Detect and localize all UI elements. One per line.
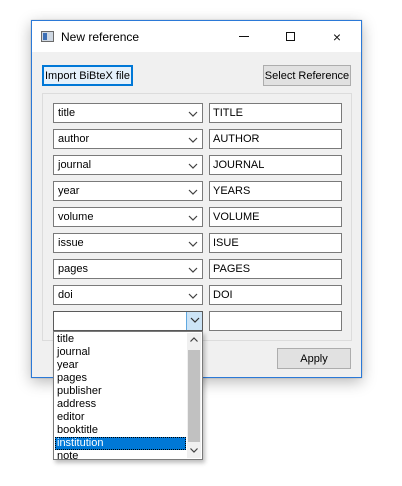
field-value-input[interactable]: AUTHOR <box>209 129 342 149</box>
dropdown-toggle-button[interactable] <box>186 312 202 330</box>
dropdown-option[interactable]: year <box>55 359 186 372</box>
dropdown-scrollbar[interactable] <box>187 333 201 458</box>
chevron-down-icon[interactable] <box>188 265 198 273</box>
field-dropdown-list[interactable]: title journal year pages publisher address edi… <box>53 331 203 463</box>
dropdown-option[interactable]: booktitle <box>55 424 186 437</box>
close-button[interactable]: × <box>313 21 361 52</box>
maximize-button[interactable] <box>267 21 313 52</box>
app-icon <box>41 31 54 42</box>
chevron-down-icon[interactable] <box>188 161 198 169</box>
apply-button[interactable]: Apply <box>277 348 351 369</box>
dropdown-option[interactable]: pages <box>55 372 186 385</box>
field-value-input[interactable]: TITLE <box>209 103 342 123</box>
dropdown-option[interactable]: note <box>55 450 186 463</box>
chevron-down-icon[interactable] <box>188 291 198 299</box>
chevron-down-icon <box>190 448 198 453</box>
combo-selected-value: author <box>58 133 90 145</box>
field-name-combo[interactable]: title <box>53 103 203 123</box>
field-name-combo[interactable]: author <box>53 129 203 149</box>
field-value-text: JOURNAL <box>213 159 265 171</box>
field-value-input[interactable]: VOLUME <box>209 207 342 227</box>
field-value-text: DOI <box>213 289 233 301</box>
chevron-down-icon[interactable] <box>188 239 198 247</box>
chevron-down-icon[interactable] <box>188 213 198 221</box>
new-reference-window: New reference × Import BiBteX file Selec… <box>31 20 362 378</box>
import-bibtex-button[interactable]: Import BiBteX file <box>42 65 133 86</box>
field-value-text: YEARS <box>213 185 251 197</box>
field-value-input[interactable]: YEARS <box>209 181 342 201</box>
combo-selected-value: doi <box>58 289 73 301</box>
field-value-text: ISUE <box>213 237 239 249</box>
field-value-text: VOLUME <box>213 211 260 223</box>
chevron-down-icon[interactable] <box>188 109 198 117</box>
chevron-up-icon <box>190 337 198 342</box>
select-reference-button[interactable]: Select Reference <box>263 65 351 86</box>
field-value-text: AUTHOR <box>213 133 260 145</box>
field-name-combo[interactable]: volume <box>53 207 203 227</box>
chevron-down-icon <box>190 317 200 323</box>
dropdown-option[interactable]: journal <box>55 346 186 359</box>
dropdown-option[interactable]: editor <box>55 411 186 424</box>
field-value-input[interactable]: ISUE <box>209 233 342 253</box>
field-value-input[interactable]: JOURNAL <box>209 155 342 175</box>
combo-selected-value: year <box>58 185 80 197</box>
field-name-combo[interactable]: issue <box>53 233 203 253</box>
dropdown-option[interactable]: publisher <box>55 385 186 398</box>
scroll-thumb[interactable] <box>188 350 200 442</box>
field-name-combo[interactable]: year <box>53 181 203 201</box>
chevron-down-icon[interactable] <box>188 135 198 143</box>
field-value-text: TITLE <box>213 107 243 119</box>
window-title: New reference <box>61 30 140 44</box>
field-name-combo[interactable]: doi <box>53 285 203 305</box>
field-value-text: PAGES <box>213 263 251 275</box>
dropdown-option[interactable]: institution <box>55 437 186 450</box>
maximize-icon <box>285 32 295 41</box>
scroll-down-arrow[interactable] <box>187 444 201 458</box>
combo-selected-value: journal <box>58 159 92 171</box>
combo-selected-value: issue <box>58 237 84 249</box>
scroll-up-arrow[interactable] <box>187 333 201 347</box>
combo-selected-value: pages <box>58 263 88 275</box>
title-bar[interactable]: New reference × <box>32 21 361 52</box>
combo-selected-value: volume <box>58 211 94 223</box>
minimize-icon <box>239 36 249 37</box>
chevron-down-icon[interactable] <box>188 187 198 195</box>
field-name-combo[interactable]: pages <box>53 259 203 279</box>
field-name-combo[interactable] <box>53 311 203 331</box>
combo-selected-value: title <box>58 107 76 119</box>
field-name-combo[interactable]: journal <box>53 155 203 175</box>
minimize-button[interactable] <box>221 21 267 52</box>
dropdown-option[interactable]: address <box>55 398 186 411</box>
dropdown-option[interactable]: title <box>55 333 186 346</box>
field-value-input[interactable]: PAGES <box>209 259 342 279</box>
close-icon: × <box>332 28 342 45</box>
field-value-input[interactable] <box>209 311 342 331</box>
field-value-input[interactable]: DOI <box>209 285 342 305</box>
